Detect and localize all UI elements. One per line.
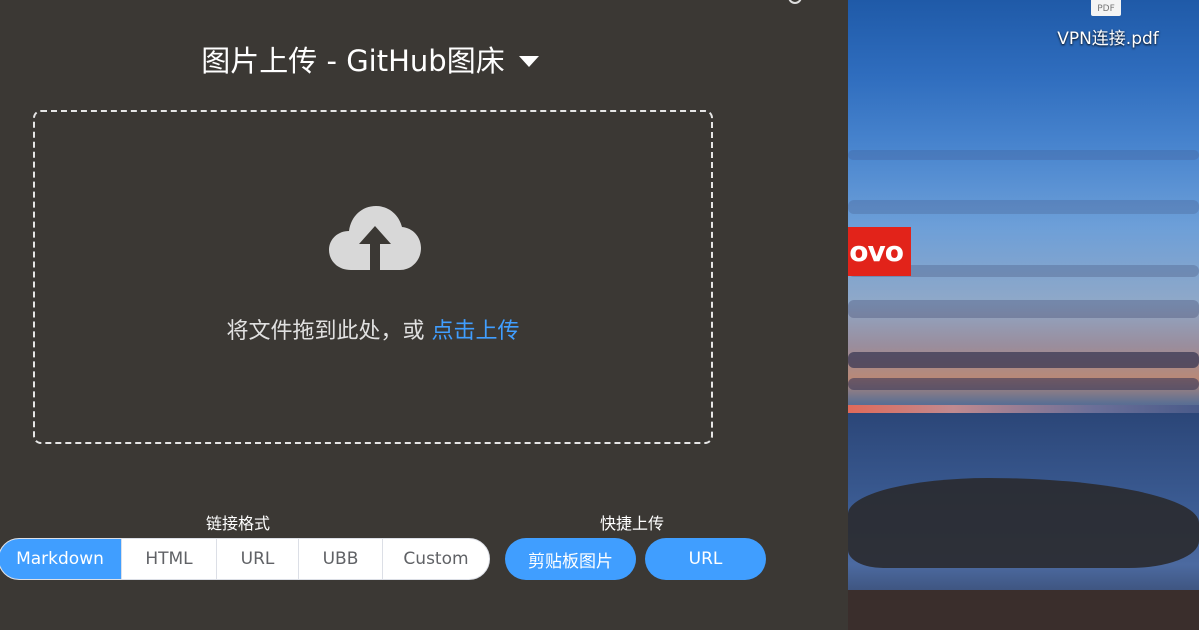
cloud-streak: [848, 300, 1199, 318]
page-title[interactable]: 图片上传 - GitHub图床: [0, 38, 740, 80]
dropzone-hint: 将文件拖到此处，或: [226, 319, 425, 344]
link-format-selector: Markdown HTML URL UBB Custom: [0, 538, 490, 580]
upload-dropzone[interactable]: 将文件拖到此处，或 点击上传: [33, 110, 713, 444]
format-custom-button[interactable]: Custom: [382, 539, 489, 579]
brand-logo: ovo: [848, 227, 911, 276]
click-upload-link[interactable]: 点击上传: [432, 319, 520, 344]
cloud-streak: [848, 150, 1199, 160]
shore: [848, 590, 1199, 630]
format-url-button[interactable]: URL: [216, 539, 298, 579]
format-html-button[interactable]: HTML: [121, 539, 216, 579]
page-title-text: 图片上传 - GitHub图床: [201, 44, 505, 78]
format-markdown-button[interactable]: Markdown: [0, 539, 121, 579]
quick-upload-label: 快捷上传: [600, 514, 665, 533]
cloud-streak: [848, 200, 1199, 214]
url-upload-button[interactable]: URL: [645, 538, 766, 580]
clipboard-upload-button[interactable]: 剪贴板图片: [505, 538, 636, 580]
upload-window: 图片上传 - GitHub图床 将文件拖到此处，或 点击上传 链接格式 Mark…: [0, 0, 848, 630]
format-ubb-button[interactable]: UBB: [298, 539, 382, 579]
settings-icon[interactable]: [788, 0, 802, 4]
horizon: [848, 405, 1199, 413]
desktop-wallpaper: ovo PDF VPN连接.pdf: [848, 0, 1199, 630]
desktop-file-label[interactable]: VPN连接.pdf: [1048, 24, 1168, 49]
link-format-label: 链接格式: [206, 514, 271, 533]
dropzone-text: 将文件拖到此处，或 点击上传: [35, 313, 711, 345]
chevron-down-icon[interactable]: [518, 55, 539, 67]
cloud-upload-icon: [329, 206, 421, 270]
cloud-streak: [848, 352, 1199, 368]
cloud-streak: [848, 378, 1199, 390]
pdf-file-icon[interactable]: PDF: [1091, 0, 1121, 16]
